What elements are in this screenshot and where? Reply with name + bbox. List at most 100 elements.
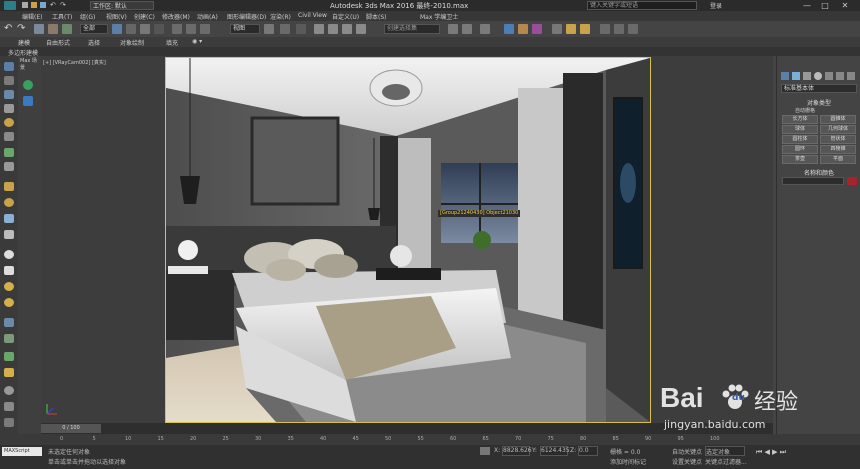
sun-icon[interactable] bbox=[4, 198, 14, 207]
helper-icon[interactable] bbox=[4, 162, 14, 171]
tab-modeling[interactable]: 建模 bbox=[18, 38, 30, 47]
workspace-select[interactable]: 工作区: 默认 bbox=[90, 1, 154, 10]
app-logo-icon[interactable] bbox=[4, 1, 16, 10]
redo-icon[interactable]: ↷ bbox=[60, 1, 66, 9]
primitive-type-dropdown[interactable]: 标准基本体 bbox=[781, 84, 857, 93]
menu-scripting[interactable]: 脚本(S) bbox=[366, 12, 387, 21]
curve-editor-icon[interactable] bbox=[504, 24, 514, 34]
cube-icon[interactable] bbox=[4, 214, 14, 223]
menu-views[interactable]: 视图(V) bbox=[106, 12, 127, 21]
selection-filter-dropdown[interactable]: 全部 bbox=[80, 24, 108, 34]
select-object-icon[interactable] bbox=[112, 24, 122, 34]
redo-icon[interactable]: ↷ bbox=[17, 23, 25, 34]
cone-icon[interactable] bbox=[4, 266, 14, 275]
percent-snap-icon[interactable] bbox=[342, 24, 352, 34]
link-icon[interactable] bbox=[34, 24, 44, 34]
schematic-view-icon[interactable] bbox=[518, 24, 528, 34]
autokey-button[interactable]: 自动关键点 bbox=[672, 447, 702, 456]
minimize-button[interactable]: — bbox=[800, 0, 814, 11]
object-color-swatch[interactable] bbox=[847, 177, 857, 185]
maximize-button[interactable]: □ bbox=[818, 0, 832, 11]
maxscript-listener[interactable]: MAXScript bbox=[2, 447, 42, 456]
x-coordinate[interactable]: 8828.626 bbox=[502, 446, 532, 456]
move-icon[interactable] bbox=[172, 24, 182, 34]
save-icon[interactable] bbox=[40, 2, 46, 8]
undo-icon[interactable]: ↶ bbox=[50, 1, 56, 9]
folder-icon[interactable] bbox=[4, 182, 14, 191]
selected-dropdown[interactable]: 选定对象 bbox=[705, 446, 745, 456]
omni-light-icon[interactable] bbox=[4, 282, 14, 291]
pivot-center-icon[interactable] bbox=[264, 24, 274, 34]
filter-icon[interactable] bbox=[23, 80, 33, 90]
material-editor-icon[interactable] bbox=[532, 24, 542, 34]
cylinder-button[interactable]: 圆柱体 bbox=[782, 135, 818, 144]
teapot-button[interactable]: 茶壶 bbox=[782, 155, 818, 164]
y-coordinate[interactable]: 6124.435 bbox=[540, 446, 570, 456]
sign-in-button[interactable]: 登录 bbox=[710, 1, 722, 10]
new-icon[interactable] bbox=[22, 2, 28, 8]
lock-selection-icon[interactable] bbox=[480, 447, 490, 455]
render-setup-icon[interactable] bbox=[552, 24, 562, 34]
align-icon[interactable] bbox=[462, 24, 472, 34]
snaps-toggle-icon[interactable] bbox=[314, 24, 324, 34]
track-bar[interactable]: 0 5 10 15 20 25 30 35 40 45 50 55 60 65 70 75 80 85 90 95 10… bbox=[0, 434, 860, 445]
motion-tab-icon[interactable] bbox=[814, 72, 822, 80]
geosphere-button[interactable]: 几何球体 bbox=[820, 125, 856, 134]
viewport-label[interactable]: [+] [VRayCam002] [真实] bbox=[43, 59, 106, 66]
playback-controls-icon[interactable]: ⏮ ◀ ▶ ⏭ bbox=[756, 448, 786, 457]
frame-indicator[interactable]: 0 / 100 bbox=[41, 424, 101, 433]
light-icon[interactable] bbox=[4, 118, 14, 127]
autogrid-checkbox[interactable]: 自动栅格 bbox=[795, 107, 815, 114]
batch-icon[interactable] bbox=[4, 402, 14, 411]
plane-button[interactable]: 平面 bbox=[820, 155, 856, 164]
menu-plugin[interactable]: Max 学编卫士 bbox=[420, 12, 458, 21]
display-icon[interactable] bbox=[4, 76, 14, 85]
menu-create[interactable]: 创建(C) bbox=[134, 12, 155, 21]
vray-frame-buffer-icon[interactable] bbox=[614, 24, 624, 34]
layer-explorer-icon[interactable] bbox=[480, 24, 490, 34]
search-input[interactable]: 键入关键字或短语 bbox=[587, 1, 697, 10]
select-manipulate-icon[interactable] bbox=[280, 24, 290, 34]
rectangular-selection-icon[interactable] bbox=[140, 24, 150, 34]
layer-icon[interactable] bbox=[4, 90, 14, 99]
box-button[interactable]: 长方体 bbox=[782, 115, 818, 124]
unlink-icon[interactable] bbox=[48, 24, 58, 34]
tree-icon[interactable] bbox=[4, 352, 14, 361]
grass-icon[interactable] bbox=[4, 368, 14, 377]
keyboard-shortcut-override-icon[interactable] bbox=[296, 24, 306, 34]
tab-freeform[interactable]: 自由形式 bbox=[46, 38, 70, 47]
menu-tools[interactable]: 工具(T) bbox=[52, 12, 72, 21]
teapot-icon[interactable] bbox=[4, 230, 14, 239]
utilities-tab-icon[interactable] bbox=[836, 72, 844, 80]
sphere-icon[interactable] bbox=[4, 250, 14, 259]
menu-rendering[interactable]: 渲染(R) bbox=[270, 12, 291, 21]
hierarchy-tab-icon[interactable] bbox=[803, 72, 811, 80]
name-color-header[interactable]: 名称和颜色 bbox=[781, 168, 857, 177]
spinner-snap-icon[interactable] bbox=[356, 24, 366, 34]
tool-icon[interactable] bbox=[4, 148, 14, 157]
menu-modifiers[interactable]: 修改器(M) bbox=[162, 12, 190, 21]
key-filters-button[interactable]: 关键点过滤器... bbox=[705, 457, 747, 466]
reference-coordinate-dropdown[interactable]: 视图 bbox=[230, 24, 260, 34]
ribbon-options-icon[interactable]: ◉ ▾ bbox=[192, 38, 202, 45]
particle-icon[interactable] bbox=[4, 318, 14, 327]
close-button[interactable]: ✕ bbox=[838, 0, 852, 11]
menu-graph-editors[interactable]: 图形编辑器(D) bbox=[227, 12, 266, 21]
render-production-icon[interactable] bbox=[580, 24, 590, 34]
plugin-icon[interactable] bbox=[4, 418, 14, 427]
rendered-frame-window-icon[interactable] bbox=[566, 24, 576, 34]
tab-populate[interactable]: 填充 bbox=[166, 38, 178, 47]
shield-icon[interactable] bbox=[23, 96, 33, 106]
mirror-icon[interactable] bbox=[448, 24, 458, 34]
object-name-input[interactable] bbox=[782, 177, 844, 185]
menu-group[interactable]: 组(G) bbox=[80, 12, 95, 21]
angle-snap-icon[interactable] bbox=[328, 24, 338, 34]
menu-animation[interactable]: 动画(A) bbox=[197, 12, 218, 21]
modify-tab-icon[interactable] bbox=[792, 72, 800, 80]
rotate-icon[interactable] bbox=[186, 24, 196, 34]
scene-icon[interactable] bbox=[4, 104, 14, 113]
sphere-button[interactable]: 球体 bbox=[782, 125, 818, 134]
vray-toolbar-icon[interactable] bbox=[600, 24, 610, 34]
open-icon[interactable] bbox=[31, 2, 37, 8]
rendered-viewport[interactable]: [Group21240430] Object21030 bbox=[165, 57, 651, 423]
